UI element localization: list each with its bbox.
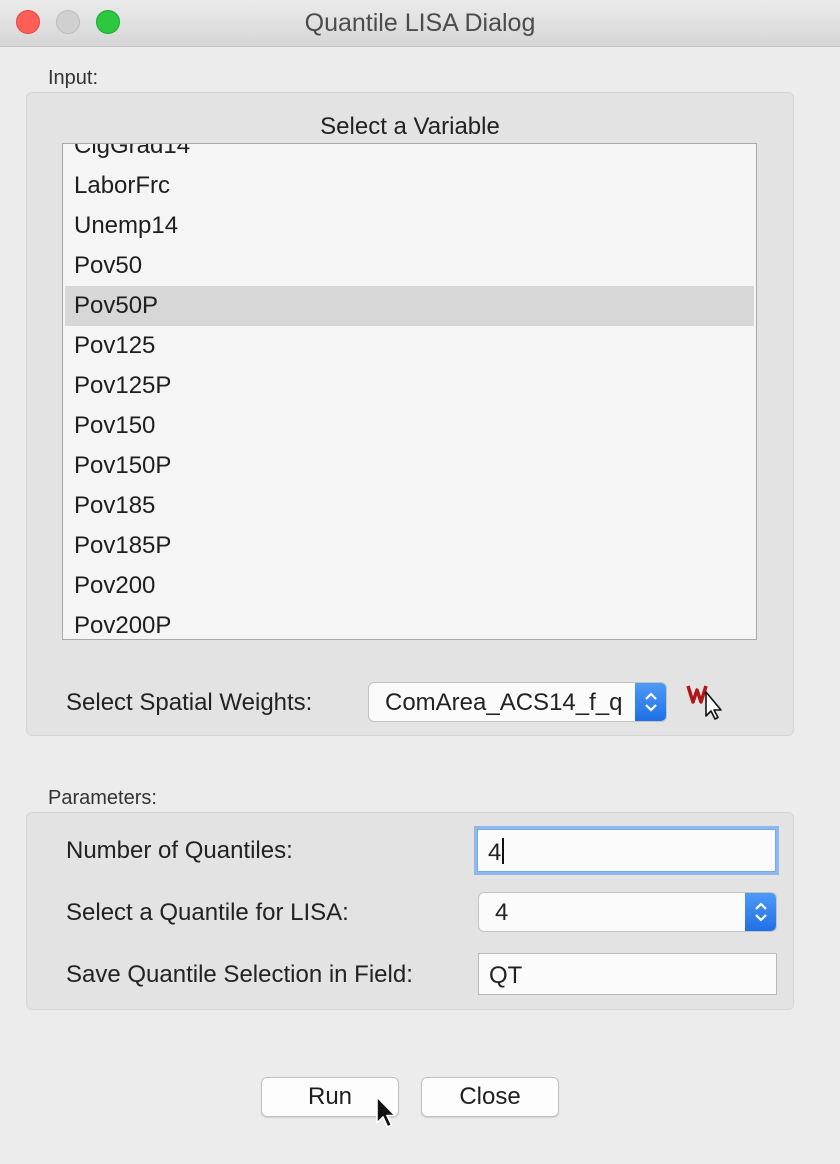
quantile-lisa-dialog: Quantile LISA Dialog Input: Select a Var… [0, 0, 840, 1164]
chevron-updown-icon [635, 683, 666, 721]
list-item[interactable]: Pov150 [65, 406, 754, 446]
weights-manager-icon[interactable] [686, 682, 726, 722]
list-item[interactable]: Pov200 [65, 566, 754, 606]
title-bar: Quantile LISA Dialog [0, 0, 840, 47]
variable-list-caption: Select a Variable [320, 113, 500, 140]
list-item[interactable]: Pov150P [65, 446, 754, 486]
save-field-value: QT [489, 962, 523, 989]
list-item[interactable]: Pov185P [65, 526, 754, 566]
list-item[interactable]: Pov50P [65, 286, 754, 326]
quantile-for-lisa-label: Select a Quantile for LISA: [66, 899, 349, 926]
list-item[interactable]: Unemp14 [65, 206, 754, 246]
spatial-weights-select[interactable]: ComArea_ACS14_f_q [368, 682, 667, 722]
spatial-weights-label: Select Spatial Weights: [66, 689, 313, 716]
list-item[interactable]: Pov125 [65, 326, 754, 366]
window-title: Quantile LISA Dialog [304, 9, 536, 37]
list-item[interactable]: Pov200P [65, 606, 754, 639]
input-section-label: Input: [48, 67, 99, 89]
mouse-pointer-icon [374, 1095, 400, 1131]
list-item[interactable]: CigGrad14 [65, 144, 754, 166]
number-of-quantiles-value: 4 [488, 839, 502, 866]
list-item[interactable]: Pov125P [65, 366, 754, 406]
number-of-quantiles-input[interactable]: 4 [477, 829, 776, 872]
text-caret [502, 838, 505, 864]
parameters-section-label: Parameters: [48, 787, 157, 809]
save-field-input[interactable]: QT [478, 953, 777, 995]
quantile-for-lisa-select[interactable]: 4 [478, 892, 777, 932]
close-button[interactable]: Close [421, 1077, 559, 1117]
list-item[interactable]: Pov50 [65, 246, 754, 286]
variable-list[interactable]: CigGrad14 LaborFrc Unemp14 Pov50 Pov50P Pov12… [62, 143, 757, 640]
number-of-quantiles-label: Number of Quantiles: [66, 837, 293, 864]
chevron-updown-icon [745, 893, 776, 931]
list-item[interactable]: Pov185 [65, 486, 754, 526]
list-item[interactable]: LaborFrc [65, 166, 754, 206]
spatial-weights-value: ComArea_ACS14_f_q [385, 689, 623, 716]
save-field-label: Save Quantile Selection in Field: [66, 961, 413, 988]
variable-list-items: CigGrad14 LaborFrc Unemp14 Pov50 Pov50P Pov12… [63, 144, 756, 639]
quantile-for-lisa-value: 4 [495, 899, 509, 926]
